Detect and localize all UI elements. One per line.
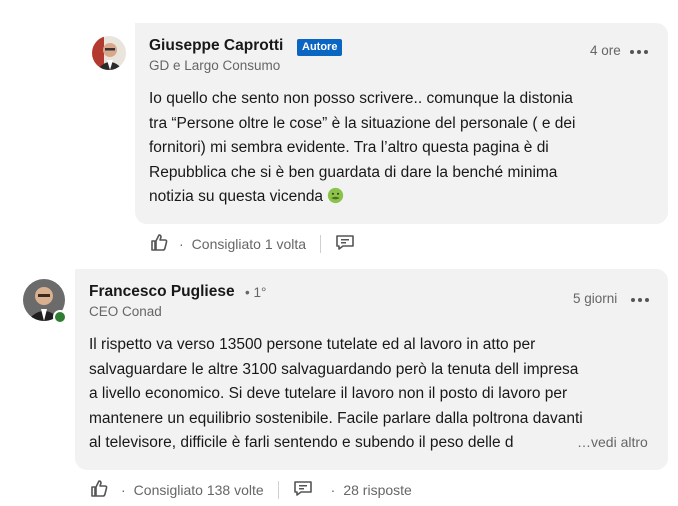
previous-comment-actions-fragment <box>150 0 390 2</box>
online-status-icon <box>53 310 67 324</box>
comment-actions: · Consigliato 1 volta <box>149 232 355 255</box>
like-icon[interactable] <box>149 232 169 255</box>
replies-count[interactable]: 28 risposte <box>343 482 411 498</box>
likes-count[interactable]: Consigliato 1 volta <box>192 236 306 252</box>
separator-dot: · <box>179 235 184 252</box>
comment-text-line-last: notizia su questa vicenda <box>149 185 576 210</box>
comment-author-headline: GD e Largo Consumo <box>149 58 281 73</box>
comment-bubble: Giuseppe Caprotti Autore GD e Largo Cons… <box>135 23 668 224</box>
comment-author-headline: CEO Conad <box>89 304 162 319</box>
nauseated-face-icon <box>328 188 344 204</box>
like-icon[interactable] <box>89 478 109 501</box>
comment-timestamp: 4 ore <box>590 43 621 58</box>
comment-text-line: Io quello che sento non posso scrivere..… <box>149 90 573 107</box>
connection-degree: • 1° <box>245 285 267 300</box>
see-more-link[interactable]: …vedi altro <box>573 434 648 450</box>
comment-text-line: mantenere un equilibrio sostenibile. Fac… <box>89 409 583 427</box>
comment-text-line: al televisore, difficile è farli sentend… <box>89 434 514 452</box>
separator-dot: · <box>330 481 336 498</box>
reply-icon[interactable] <box>335 232 355 255</box>
avatar-photo-icon <box>92 36 126 70</box>
comment-text-line: notizia su questa vicenda <box>149 188 324 206</box>
reply-icon[interactable] <box>293 478 313 501</box>
comment-author-name[interactable]: Francesco Pugliese <box>89 283 235 301</box>
likes-count[interactable]: Consigliato 138 volte <box>134 482 264 498</box>
comment-text: Il rispetto va verso 13500 persone tutel… <box>89 333 654 456</box>
comment-text-line: Repubblica che si è ben guardata di dare… <box>149 163 558 181</box>
comment-author-name[interactable]: Giuseppe Caprotti <box>149 37 283 55</box>
comment-timestamp: 5 giorni <box>573 291 618 306</box>
comment-bubble: Francesco Pugliese • 1° CEO Conad 5 gior… <box>75 269 668 470</box>
comment-text-line: Il rispetto va verso 13500 persone tutel… <box>89 336 536 353</box>
separator-dot: · <box>121 481 126 498</box>
author-badge: Autore <box>297 39 343 56</box>
comment-actions: · Consigliato 138 volte · 28 risposte <box>89 478 412 501</box>
divider <box>320 234 322 253</box>
more-options-icon[interactable] <box>630 49 648 55</box>
divider <box>277 480 279 499</box>
avatar[interactable] <box>92 36 126 70</box>
comment-text-line: tra “Persone oltre le cose” è la situazi… <box>149 114 576 132</box>
more-options-icon[interactable] <box>631 297 649 303</box>
comment-text-line: fornitori) mi sembra evidente. Tra l’alt… <box>149 139 549 157</box>
comment-text-line: salvaguardare le altre 3100 salvaguardan… <box>89 360 579 378</box>
comment-text: Io quello che sento non posso scrivere..… <box>149 87 576 210</box>
comment-text-line: a livello economico. Si deve tutelare il… <box>89 385 568 403</box>
